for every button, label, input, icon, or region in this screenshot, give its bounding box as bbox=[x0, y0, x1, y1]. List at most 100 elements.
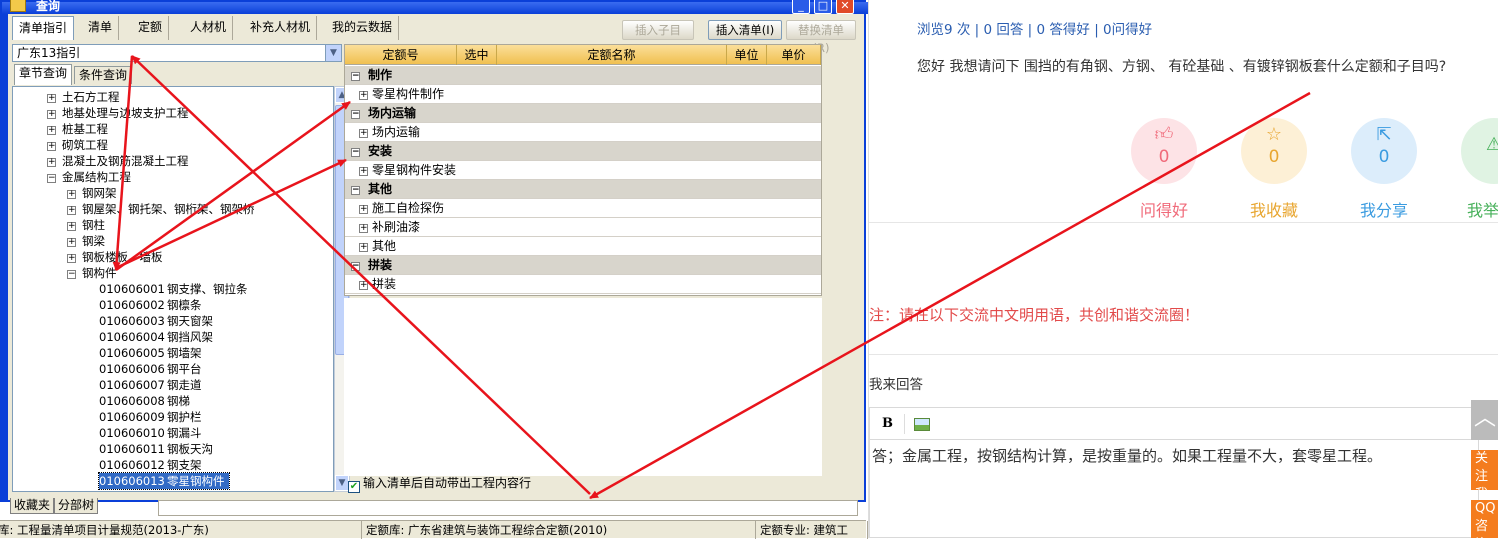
grid-group-row[interactable]: − 制作 bbox=[345, 66, 821, 85]
tree-node[interactable]: + 钢梁 bbox=[67, 233, 105, 249]
warning-icon: ⚠ bbox=[1485, 134, 1498, 155]
tree-node[interactable]: + 钢柱 bbox=[67, 217, 105, 233]
col-selected[interactable]: 选中 bbox=[457, 45, 497, 65]
like-label[interactable]: 问得好 bbox=[1119, 197, 1209, 221]
tab-list-guide[interactable]: 清单指引 bbox=[12, 16, 75, 40]
favorite-button[interactable]: ☆ 0 bbox=[1241, 118, 1307, 184]
status-list-library: 库: 工程量清单项目计量规范(2013-广东) bbox=[0, 521, 362, 539]
col-price[interactable]: 单价 bbox=[767, 45, 821, 65]
chapter-tree: + 土石方工程 + 地基处理与边坡支护工程 + 桩基工程 + 砌筑工程 + 混凝土及钢筋混… bbox=[12, 86, 334, 492]
divider bbox=[869, 354, 1498, 355]
tab-chapter-search[interactable]: 章节查询 bbox=[14, 64, 73, 85]
grid-empty-area bbox=[344, 298, 822, 476]
tree-node-expanded[interactable]: − 金属结构工程 bbox=[47, 169, 131, 185]
close-button[interactable]: ✕ bbox=[836, 0, 854, 14]
report-button[interactable]: ⚠ bbox=[1461, 118, 1498, 184]
star-icon: ☆ bbox=[1265, 124, 1283, 145]
qq-consult-button[interactable]: QQ咨询 bbox=[1471, 500, 1498, 538]
tree-leaf[interactable]: 010606001 钢支撑、钢拉条 bbox=[99, 281, 248, 297]
tab-list[interactable]: 清单 bbox=[82, 16, 120, 40]
grid-row[interactable]: + 零星构件制作 bbox=[345, 85, 821, 104]
tree-node[interactable]: + 桩基工程 bbox=[47, 121, 108, 137]
tab-condition-search[interactable]: 条件查询 bbox=[74, 66, 133, 84]
answer-text[interactable]: 答；金属工程，按钢结构计算，是按重量的。如果工程量不大，套零星工程。 bbox=[872, 445, 1382, 466]
tab-quota[interactable]: 定额 bbox=[132, 16, 170, 40]
tree-leaf[interactable]: 010606006 钢平台 bbox=[99, 361, 202, 377]
grid-row[interactable]: + 补刷油漆 bbox=[345, 218, 821, 237]
qa-web-page: 浏览9 次 | 0 回答 | 0 答得好 | 0问得好 您好 我想请问下 围挡的… bbox=[868, 0, 1498, 538]
tab-favorites[interactable]: 收藏夹 bbox=[10, 498, 55, 514]
tree-node[interactable]: + 混凝土及钢筋混凝土工程 bbox=[47, 153, 189, 169]
replace-list-button[interactable]: 替换清单(R) bbox=[786, 20, 856, 55]
checkbox-checked-icon[interactable]: ✔ bbox=[348, 481, 360, 493]
divider bbox=[869, 222, 1498, 223]
tree-node[interactable]: + 土石方工程 bbox=[47, 89, 120, 105]
tab-extra-materials[interactable]: 补充人材机 bbox=[244, 16, 318, 40]
toolbar-separator bbox=[904, 414, 905, 434]
report-label[interactable]: 我举 bbox=[1449, 197, 1498, 221]
tree-leaf[interactable]: 010606008 钢梯 bbox=[99, 393, 190, 409]
answer-editor[interactable]: B 答；金属工程，按钢结构计算，是按重量的。如果工程量不大，套零星工程。 bbox=[869, 407, 1479, 538]
tree-leaf[interactable]: 010606005 钢墙架 bbox=[99, 345, 202, 361]
tree-leaf[interactable]: 010606011 钢板天沟 bbox=[99, 441, 213, 457]
grid-header: 定额号 选中 定额名称 单位 单价 bbox=[345, 45, 821, 65]
col-quota-name[interactable]: 定额名称 bbox=[497, 45, 727, 65]
grid-row[interactable]: + 场内运输 bbox=[345, 123, 821, 142]
query-window: 查询 _ □ ✕ 清单指引 清单 定额 人材机 补充人材机 我的云数据 插入子目… bbox=[0, 0, 868, 502]
tab-cloud-data[interactable]: 我的云数据 bbox=[326, 16, 400, 40]
maximize-button[interactable]: □ bbox=[814, 0, 832, 14]
tree-node[interactable]: + 钢网架 bbox=[67, 185, 117, 201]
tree-leaf[interactable]: 010606010 钢漏斗 bbox=[99, 425, 202, 441]
tree-node[interactable]: + 砌筑工程 bbox=[47, 137, 108, 153]
scroll-down-icon[interactable]: ▼ bbox=[335, 475, 349, 491]
insert-child-button[interactable]: 插入子目 bbox=[622, 20, 694, 40]
grid-group-row[interactable]: − 其他 bbox=[345, 180, 821, 199]
grid-row[interactable]: + 施工自检探伤 bbox=[345, 199, 821, 218]
grid-row[interactable]: + 其他 bbox=[345, 237, 821, 256]
follow-us-button[interactable]: 关注我们 bbox=[1471, 450, 1498, 490]
status-quota-specialty: 定额专业: 建筑工 bbox=[756, 521, 868, 539]
question-stats: 浏览9 次 | 0 回答 | 0 答得好 | 0问得好 bbox=[917, 22, 1153, 38]
minimize-button[interactable]: _ bbox=[792, 0, 810, 14]
bold-button[interactable]: B bbox=[882, 416, 893, 431]
my-answer-label: 我来回答 bbox=[869, 377, 923, 393]
status-quota-library: 定额库: 广东省建筑与装饰工程综合定额(2010) bbox=[362, 521, 756, 539]
title-bar: 查询 _ □ ✕ bbox=[2, 0, 868, 14]
col-unit[interactable]: 单位 bbox=[727, 45, 767, 65]
grid-group-row[interactable]: − 场内运输 bbox=[345, 104, 821, 123]
auto-content-checkbox[interactable]: ✔ 输入清单后自动带出工程内容行 bbox=[348, 474, 531, 493]
tree-leaf[interactable]: 010606007 钢走道 bbox=[99, 377, 202, 393]
grid-group-row[interactable]: − 拼装 bbox=[345, 256, 821, 275]
tree-node[interactable]: + 地基处理与边坡支护工程 bbox=[47, 105, 189, 121]
library-select[interactable]: 广东13指引 ▼ bbox=[12, 44, 342, 62]
favorite-label[interactable]: 我收藏 bbox=[1229, 197, 1319, 221]
image-icon[interactable] bbox=[914, 418, 930, 431]
tree-leaf[interactable]: 010606002 钢檩条 bbox=[99, 297, 202, 313]
tree-leaf[interactable]: 010606004 钢挡风架 bbox=[99, 329, 213, 345]
insert-list-button[interactable]: 插入清单(I) bbox=[708, 20, 782, 40]
bottom-input[interactable] bbox=[158, 500, 858, 516]
tree-leaf[interactable]: 010606009 钢护栏 bbox=[99, 409, 202, 425]
grid-row[interactable]: + 拼装 bbox=[345, 275, 821, 294]
grid-row[interactable]: + 零星钢构件安装 bbox=[345, 161, 821, 180]
grid-group-row[interactable]: − 安装 bbox=[345, 142, 821, 161]
editor-toolbar: B bbox=[870, 408, 1478, 440]
tree-leaf[interactable]: 010606012 钢支架 bbox=[99, 457, 202, 473]
tree-leaf[interactable]: 010606003 钢天窗架 bbox=[99, 313, 213, 329]
question-text: 您好 我想请问下 围挡的有角钢、方钢、 有砼基础 、有镀锌钢板套什么定额和子目吗… bbox=[917, 59, 1447, 75]
chevron-down-icon[interactable]: ▼ bbox=[325, 45, 341, 61]
share-button[interactable]: ⇱ 0 bbox=[1351, 118, 1417, 184]
bottom-tabs: 收藏夹 分部树 bbox=[4, 498, 124, 514]
tree-node-expanded[interactable]: − 钢构件 bbox=[67, 265, 117, 281]
share-label[interactable]: 我分享 bbox=[1339, 197, 1429, 221]
like-button[interactable]: 👍︎ 0 bbox=[1131, 118, 1197, 184]
tree-leaf-selected[interactable]: 010606013 零星钢构件 bbox=[98, 472, 230, 490]
tree-node[interactable]: + 钢板楼板、墙板 bbox=[67, 249, 163, 265]
tab-section-tree[interactable]: 分部树 bbox=[54, 498, 99, 514]
library-select-value: 广东13指引 bbox=[17, 46, 81, 60]
back-to-top-icon[interactable]: ︿ bbox=[1471, 400, 1498, 440]
col-quota-no[interactable]: 定额号 bbox=[345, 45, 457, 65]
thumb-up-icon: 👍︎ bbox=[1154, 124, 1174, 145]
tab-materials[interactable]: 人材机 bbox=[184, 16, 234, 40]
tree-node[interactable]: + 钢屋架、钢托架、钢桁架、钢架桥 bbox=[67, 201, 255, 217]
